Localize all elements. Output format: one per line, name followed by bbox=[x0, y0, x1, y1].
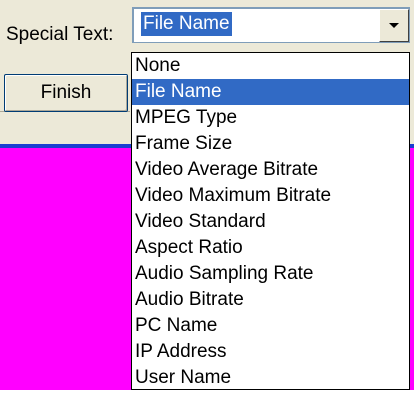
chevron-down-icon bbox=[389, 22, 399, 28]
option-video-standard[interactable]: Video Standard bbox=[132, 209, 409, 235]
option-file-name[interactable]: File Name bbox=[132, 79, 409, 105]
option-none[interactable]: None bbox=[132, 53, 409, 79]
option-ip-address[interactable]: IP Address bbox=[132, 339, 409, 365]
combobox-dropdown-button[interactable] bbox=[379, 9, 409, 42]
option-user-name[interactable]: User Name bbox=[132, 365, 409, 391]
option-video-average-bitrate[interactable]: Video Average Bitrate bbox=[132, 157, 409, 183]
option-audio-sampling-rate[interactable]: Audio Sampling Rate bbox=[132, 261, 409, 287]
option-mpeg-type[interactable]: MPEG Type bbox=[132, 105, 409, 131]
combobox-selected-value: File Name bbox=[141, 12, 232, 36]
special-text-label: Special Text: bbox=[6, 24, 114, 45]
option-audio-bitrate[interactable]: Audio Bitrate bbox=[132, 287, 409, 313]
special-text-combobox[interactable]: File Name bbox=[132, 7, 410, 43]
special-text-dropdown-list: None File Name MPEG Type Frame Size Vide… bbox=[131, 52, 410, 390]
option-frame-size[interactable]: Frame Size bbox=[132, 131, 409, 157]
option-pc-name[interactable]: PC Name bbox=[132, 313, 409, 339]
finish-button[interactable]: Finish bbox=[4, 74, 128, 112]
option-video-maximum-bitrate[interactable]: Video Maximum Bitrate bbox=[132, 183, 409, 209]
option-aspect-ratio[interactable]: Aspect Ratio bbox=[132, 235, 409, 261]
